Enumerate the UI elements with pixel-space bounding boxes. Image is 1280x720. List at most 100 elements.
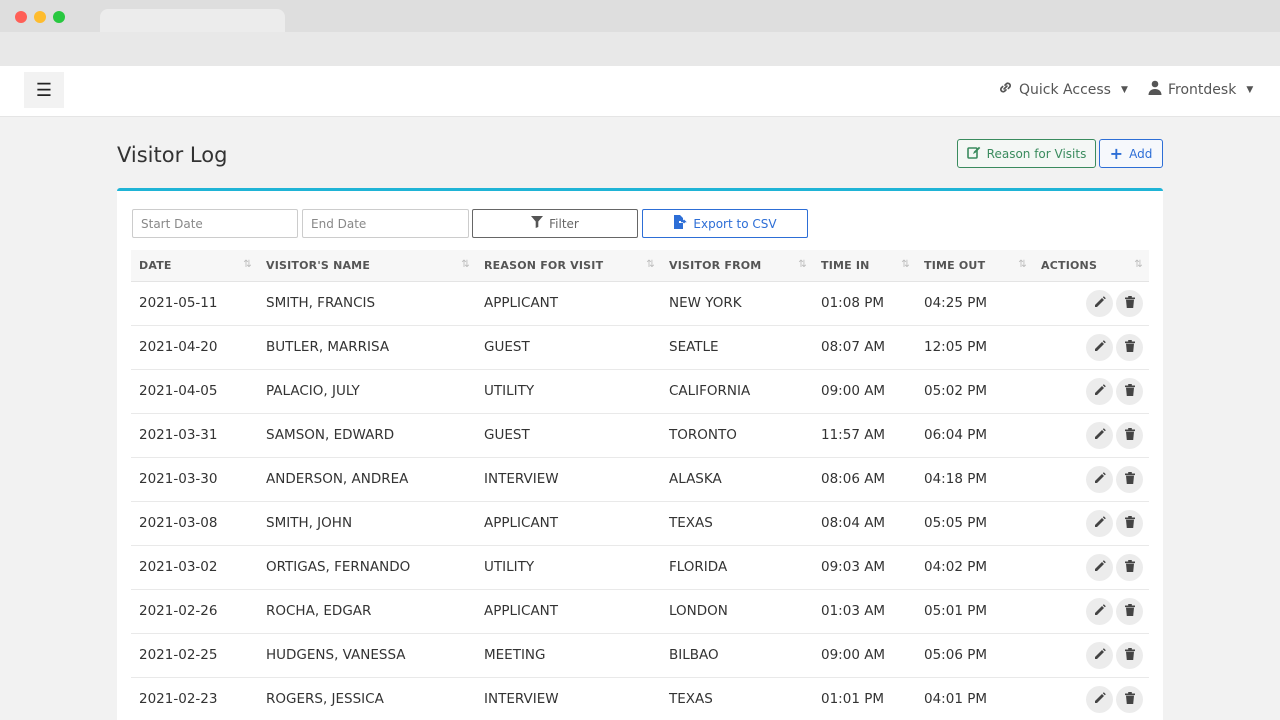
delete-button[interactable] <box>1116 509 1143 537</box>
cell-date: 2021-04-05 <box>131 369 258 414</box>
delete-button[interactable] <box>1116 333 1143 361</box>
edit-button[interactable] <box>1086 421 1113 449</box>
pencil-icon <box>1094 383 1106 399</box>
cell-time-out: 04:01 PM <box>916 677 1033 720</box>
edit-button[interactable] <box>1086 597 1113 625</box>
cell-actions <box>1033 369 1149 414</box>
visitor-log-table: DATE ⇅ VISITOR'S NAME ⇅ REASON FOR VISIT ⇅ … <box>131 250 1149 720</box>
cell-time-out: 06:04 PM <box>916 413 1033 458</box>
link-icon <box>998 80 1013 99</box>
edit-button[interactable] <box>1086 333 1113 361</box>
pencil-icon <box>1094 295 1106 311</box>
trash-icon <box>1124 559 1136 575</box>
cell-date: 2021-03-08 <box>131 501 258 546</box>
trash-icon <box>1124 295 1136 311</box>
edit-button[interactable] <box>1086 641 1113 669</box>
cell-visitor-name: SMITH, FRANCIS <box>258 281 476 326</box>
cell-actions <box>1033 413 1149 458</box>
browser-tab[interactable] <box>100 9 285 32</box>
sort-icon: ⇅ <box>243 259 252 270</box>
sort-icon: ⇅ <box>1134 259 1143 270</box>
cell-time-in: 09:00 AM <box>813 369 916 414</box>
pencil-icon <box>1094 339 1106 355</box>
window-close-dot[interactable] <box>15 11 27 23</box>
user-menu[interactable]: Frontdesk ▼ <box>1148 80 1253 99</box>
table-row: 2021-03-30 ANDERSON, ANDREA INTERVIEW ALASK… <box>131 457 1149 502</box>
cell-actions <box>1033 501 1149 546</box>
edit-button[interactable] <box>1086 509 1113 537</box>
cell-date: 2021-03-31 <box>131 413 258 458</box>
edit-button[interactable] <box>1086 377 1113 405</box>
file-export-icon <box>673 215 688 232</box>
filter-label: Filter <box>549 216 579 231</box>
trash-icon <box>1124 515 1136 531</box>
filter-button[interactable]: Filter <box>472 209 638 238</box>
start-date-input[interactable] <box>132 209 298 238</box>
edit-button[interactable] <box>1086 289 1113 317</box>
reason-for-visits-button[interactable]: Reason for Visits <box>957 139 1096 168</box>
export-csv-label: Export to CSV <box>693 216 777 231</box>
delete-button[interactable] <box>1116 289 1143 317</box>
sort-icon: ⇅ <box>461 259 470 270</box>
edit-square-icon <box>966 146 981 162</box>
cell-time-out: 05:02 PM <box>916 369 1033 414</box>
delete-button[interactable] <box>1116 553 1143 581</box>
cell-reason: APPLICANT <box>476 589 661 634</box>
add-button[interactable]: + Add <box>1099 139 1163 168</box>
trash-icon <box>1124 339 1136 355</box>
cell-visitor-name: BUTLER, MARRISA <box>258 325 476 370</box>
reason-for-visits-label: Reason for Visits <box>986 146 1087 161</box>
cell-visitor-from: ALASKA <box>661 457 813 502</box>
table-row: 2021-04-05 PALACIO, JULY UTILITY CALIFORNIA… <box>131 369 1149 414</box>
delete-button[interactable] <box>1116 597 1143 625</box>
cell-actions <box>1033 589 1149 634</box>
cell-visitor-from: LONDON <box>661 589 813 634</box>
edit-button[interactable] <box>1086 685 1113 713</box>
delete-button[interactable] <box>1116 685 1143 713</box>
delete-button[interactable] <box>1116 641 1143 669</box>
cell-reason: INTERVIEW <box>476 677 661 720</box>
cell-time-in: 09:03 AM <box>813 545 916 590</box>
menu-toggle-button[interactable]: ☰ <box>24 72 64 108</box>
edit-button[interactable] <box>1086 553 1113 581</box>
cell-time-out: 04:02 PM <box>916 545 1033 590</box>
delete-button[interactable] <box>1116 421 1143 449</box>
window-maximize-dot[interactable] <box>53 11 65 23</box>
cell-date: 2021-03-30 <box>131 457 258 502</box>
cell-time-out: 04:18 PM <box>916 457 1033 502</box>
trash-icon <box>1124 471 1136 487</box>
cell-reason: GUEST <box>476 325 661 370</box>
column-header-visitor-from[interactable]: VISITOR FROM ⇅ <box>661 250 813 282</box>
cell-actions <box>1033 281 1149 326</box>
cell-date: 2021-02-25 <box>131 633 258 678</box>
cell-visitor-from: BILBAO <box>661 633 813 678</box>
cell-time-in: 01:08 PM <box>813 281 916 326</box>
end-date-input[interactable] <box>302 209 469 238</box>
cell-reason: APPLICANT <box>476 501 661 546</box>
edit-button[interactable] <box>1086 465 1113 493</box>
column-header-reason[interactable]: REASON FOR VISIT ⇅ <box>476 250 661 282</box>
cell-time-in: 08:06 AM <box>813 457 916 502</box>
cell-reason: UTILITY <box>476 369 661 414</box>
column-header-time-out[interactable]: TIME OUT ⇅ <box>916 250 1033 282</box>
column-header-actions[interactable]: ACTIONS ⇅ <box>1033 250 1149 282</box>
column-header-visitor-name[interactable]: VISITOR'S NAME ⇅ <box>258 250 476 282</box>
cell-visitor-from: CALIFORNIA <box>661 369 813 414</box>
pencil-icon <box>1094 559 1106 575</box>
delete-button[interactable] <box>1116 465 1143 493</box>
delete-button[interactable] <box>1116 377 1143 405</box>
window-minimize-dot[interactable] <box>34 11 46 23</box>
column-header-time-in[interactable]: TIME IN ⇅ <box>813 250 916 282</box>
user-label: Frontdesk <box>1168 81 1237 98</box>
quick-access-menu[interactable]: Quick Access ▼ <box>998 80 1128 99</box>
export-csv-button[interactable]: Export to CSV <box>642 209 808 238</box>
browser-chrome <box>0 0 1280 66</box>
cell-visitor-name: HUDGENS, VANESSA <box>258 633 476 678</box>
table-header-row: DATE ⇅ VISITOR'S NAME ⇅ REASON FOR VISIT ⇅ … <box>131 250 1149 282</box>
cell-visitor-name: ANDERSON, ANDREA <box>258 457 476 502</box>
column-header-date[interactable]: DATE ⇅ <box>131 250 258 282</box>
sort-icon: ⇅ <box>1018 259 1027 270</box>
cell-actions <box>1033 325 1149 370</box>
cell-time-out: 04:25 PM <box>916 281 1033 326</box>
table-row: 2021-03-31 SAMSON, EDWARD GUEST TORONTO 11:5… <box>131 413 1149 458</box>
